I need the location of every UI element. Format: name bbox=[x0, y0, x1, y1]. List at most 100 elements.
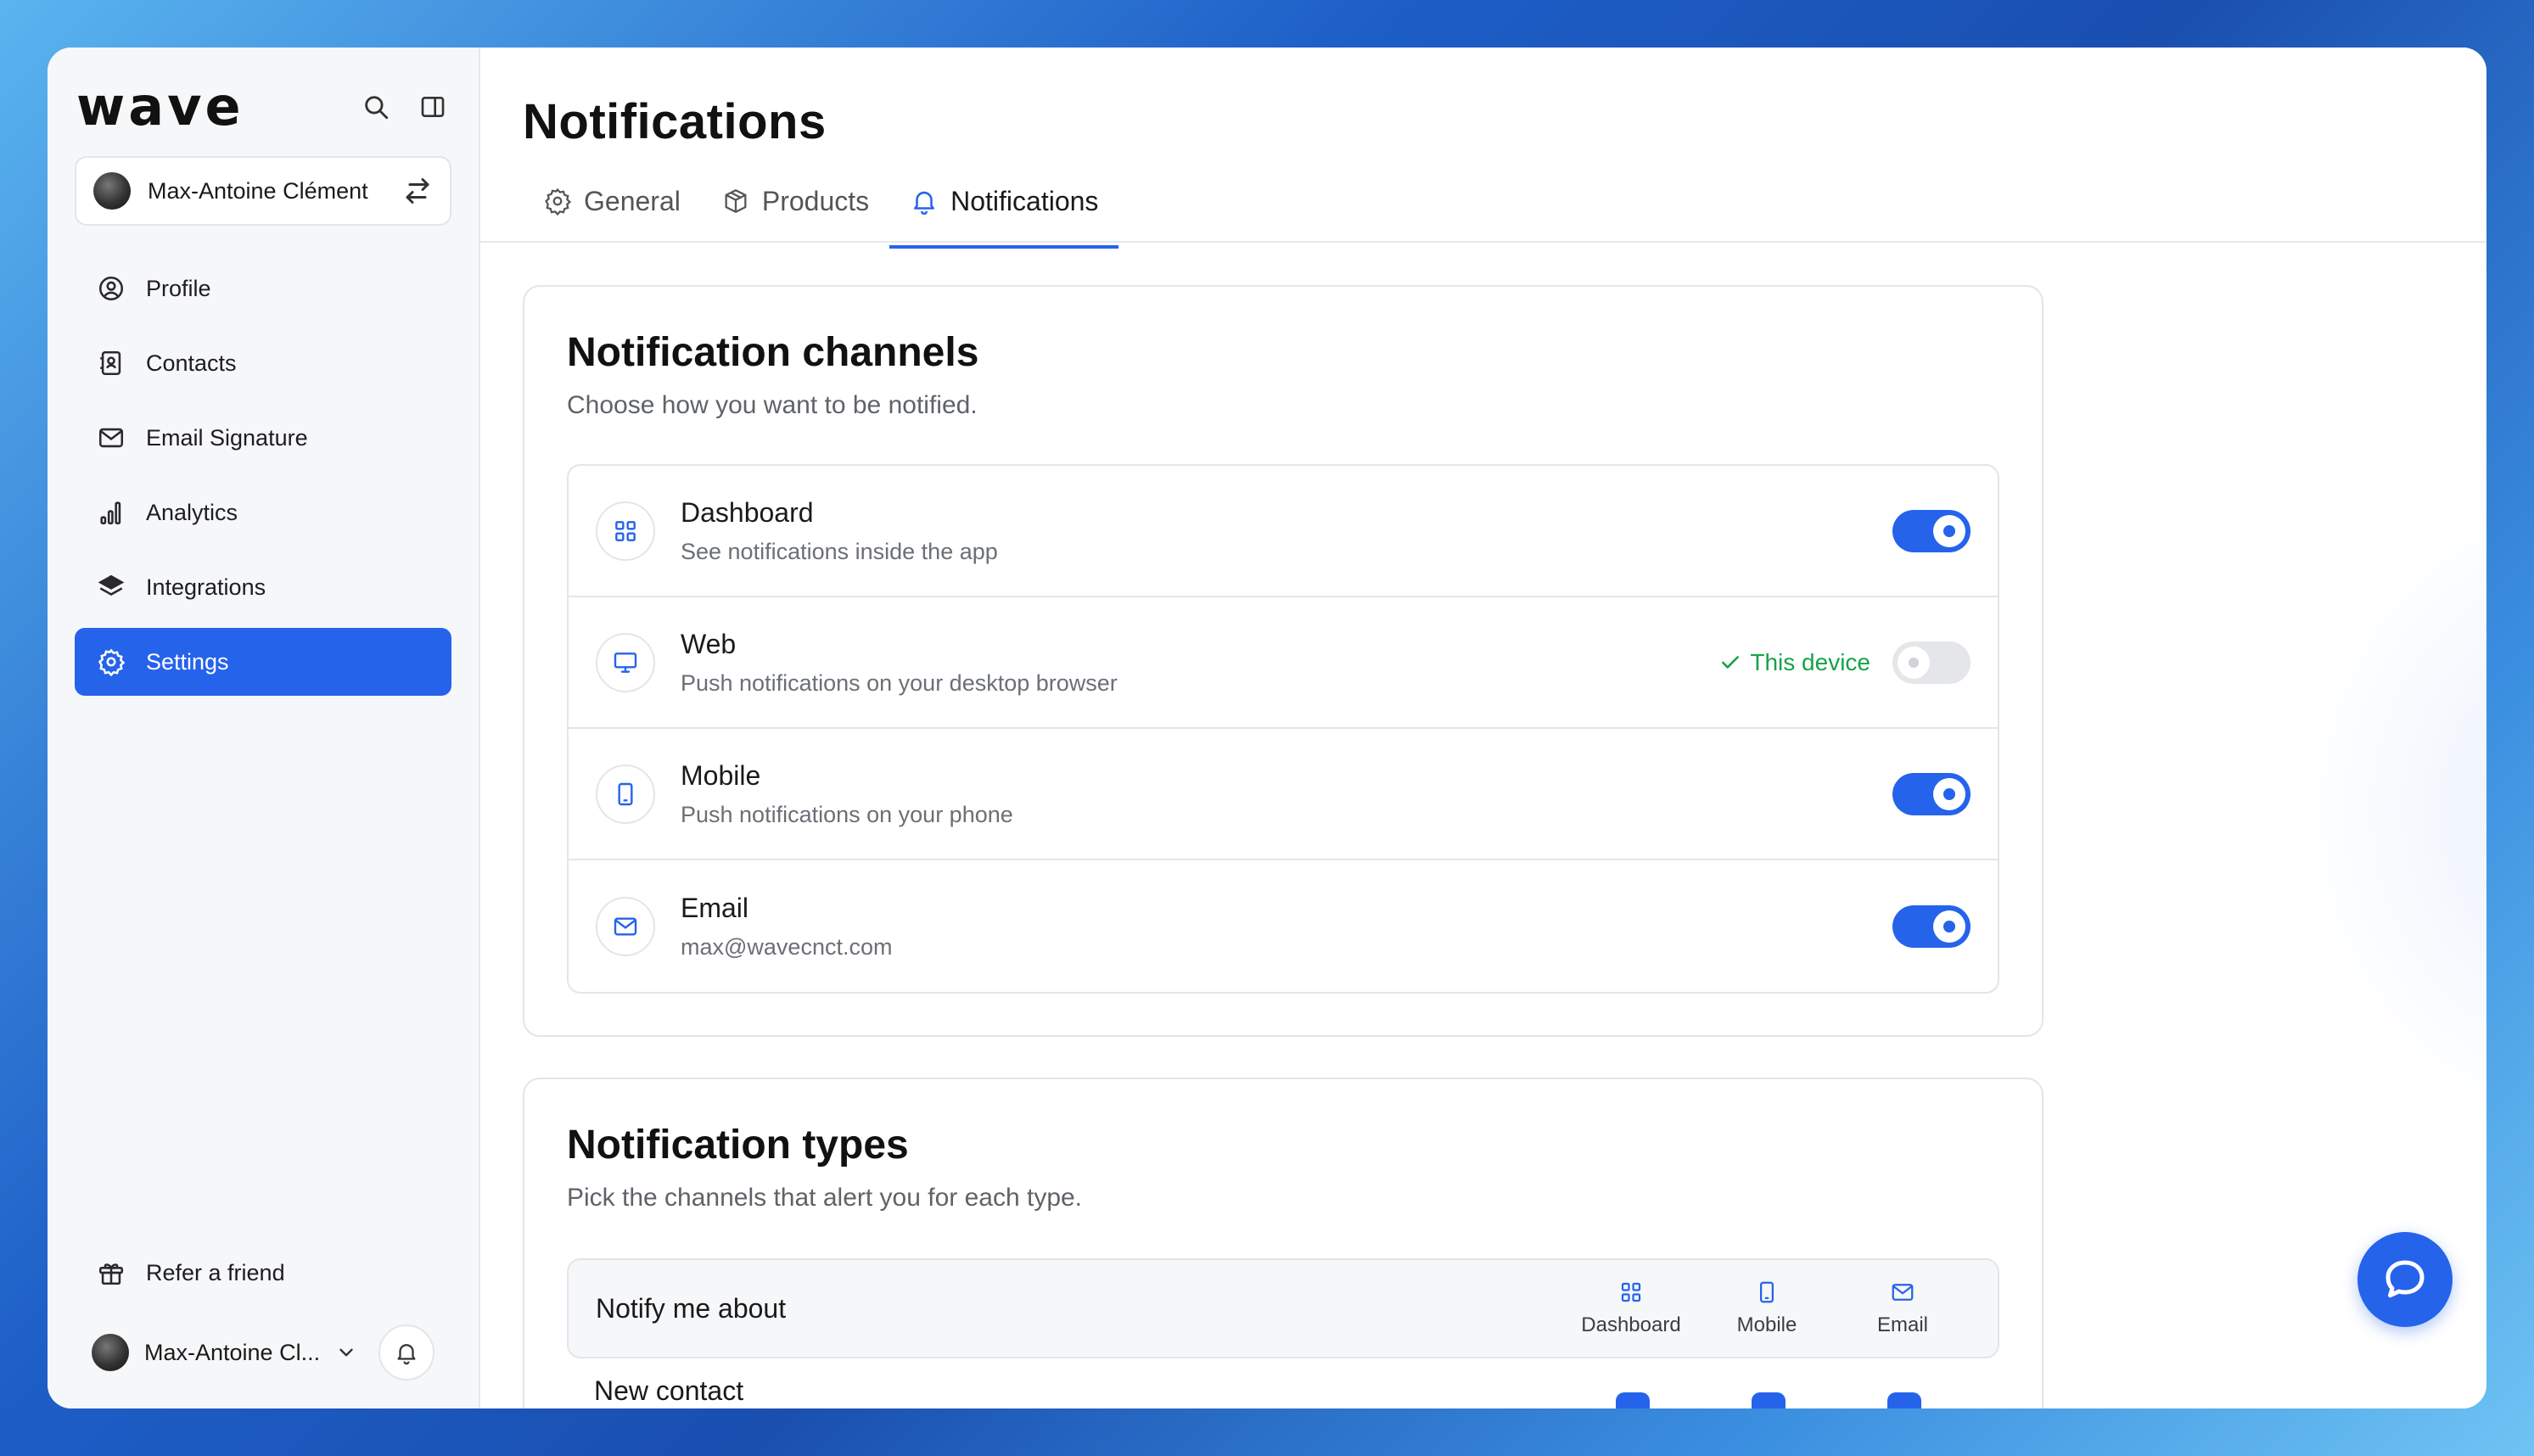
phone-icon bbox=[596, 764, 655, 824]
channel-web: Web Push notifications on your desktop b… bbox=[569, 597, 1998, 729]
mail-icon bbox=[596, 896, 655, 956]
mobile-checkbox[interactable] bbox=[1701, 1375, 1836, 1408]
web-toggle[interactable] bbox=[1892, 641, 1971, 684]
badge-label: This device bbox=[1750, 648, 1870, 675]
app-window: wave Max-Antoine Clément Profile Contact… bbox=[48, 48, 2486, 1408]
tab-products[interactable]: Products bbox=[701, 174, 889, 228]
bar-chart-icon bbox=[97, 498, 126, 527]
dashboard-toggle[interactable] bbox=[1892, 509, 1971, 552]
notify-me-about-label: Notify me about bbox=[596, 1292, 787, 1324]
sidebar-item-label: Settings bbox=[146, 648, 229, 675]
channel-text: Email max@wavecnct.com bbox=[681, 893, 1892, 960]
sidebar-item-label: Email Signature bbox=[146, 424, 308, 451]
layers-icon bbox=[97, 573, 126, 602]
tab-label: Products bbox=[761, 185, 870, 216]
chevron-down-icon[interactable] bbox=[335, 1341, 357, 1364]
brand-row: wave bbox=[75, 48, 451, 166]
chat-bubble-icon bbox=[2380, 1254, 2430, 1305]
refer-a-friend-link[interactable]: Refer a friend bbox=[75, 1239, 451, 1307]
mail-icon bbox=[97, 423, 126, 452]
column-mobile: Mobile bbox=[1699, 1280, 1835, 1337]
tab-notifications[interactable]: Notifications bbox=[889, 174, 1119, 249]
tab-label: General bbox=[584, 185, 681, 216]
refer-label: Refer a friend bbox=[146, 1259, 285, 1285]
sidebar-item-label: Profile bbox=[146, 275, 211, 301]
channel-text: Web Push notifications on your desktop b… bbox=[681, 629, 1719, 697]
avatar bbox=[92, 1334, 129, 1371]
sidebar-footer: Refer a friend Max-Antoine Cl... bbox=[75, 1239, 451, 1388]
sidebar-toggle-icon[interactable] bbox=[419, 93, 446, 120]
chat-button[interactable] bbox=[2357, 1232, 2453, 1327]
column-label: Mobile bbox=[1736, 1313, 1797, 1336]
channel-email: Email max@wavecnct.com bbox=[569, 860, 1998, 992]
dashboard-grid-icon bbox=[1618, 1280, 1644, 1305]
channel-title: Dashboard bbox=[681, 496, 814, 528]
app-logo: wave bbox=[76, 76, 244, 137]
sidebar-item-label: Integrations bbox=[146, 574, 266, 600]
notification-channels-card: Notification channels Choose how you wan… bbox=[523, 285, 2043, 1037]
dashboard-checkbox[interactable] bbox=[1565, 1375, 1701, 1408]
gift-icon bbox=[97, 1258, 126, 1287]
monitor-icon bbox=[596, 632, 655, 692]
switch-arrows-icon[interactable] bbox=[402, 176, 433, 206]
sidebar: wave Max-Antoine Clément Profile Contact… bbox=[48, 48, 480, 1408]
section-title: Notification types bbox=[567, 1123, 909, 1168]
column-email: Email bbox=[1835, 1280, 1971, 1337]
account-switcher[interactable]: Max-Antoine Clément bbox=[75, 156, 451, 226]
email-toggle[interactable] bbox=[1892, 904, 1971, 948]
channel-description: Push notifications on your desktop brows… bbox=[681, 669, 1118, 696]
sidebar-item-settings[interactable]: Settings bbox=[75, 628, 451, 696]
tab-label: Notifications bbox=[950, 185, 1099, 216]
channel-title: Mobile bbox=[681, 759, 761, 791]
box-icon bbox=[721, 187, 750, 216]
settings-tabs: General Products Notifications bbox=[523, 174, 2486, 249]
bell-icon bbox=[910, 187, 939, 216]
gear-icon bbox=[97, 647, 126, 676]
sidebar-nav: Profile Contacts Email Signature Analyti… bbox=[75, 255, 451, 696]
sidebar-item-label: Contacts bbox=[146, 350, 237, 376]
this-device-badge: This device bbox=[1719, 649, 1870, 676]
sidebar-item-analytics[interactable]: Analytics bbox=[75, 479, 451, 546]
notifications-button[interactable] bbox=[378, 1324, 434, 1380]
user-name: Max-Antoine Cl... bbox=[144, 1339, 321, 1365]
column-dashboard: Dashboard bbox=[1563, 1280, 1699, 1337]
channel-title: Web bbox=[681, 628, 737, 659]
type-label: New contact bbox=[594, 1375, 744, 1406]
channel-text: Dashboard See notifications inside the a… bbox=[681, 497, 1892, 565]
sidebar-item-integrations[interactable]: Integrations bbox=[75, 553, 451, 621]
account-name: Max-Antoine Clément bbox=[148, 177, 368, 204]
search-icon[interactable] bbox=[362, 92, 390, 121]
table-row: New contact bbox=[567, 1358, 1999, 1408]
brand-icons bbox=[362, 92, 451, 121]
page-title: Notifications bbox=[523, 94, 827, 149]
sidebar-item-profile[interactable]: Profile bbox=[75, 255, 451, 322]
notification-types-card: Notification types Pick the channels tha… bbox=[523, 1078, 2043, 1408]
channel-description: Push notifications on your phone bbox=[681, 801, 1013, 827]
channel-description: See notifications inside the app bbox=[681, 538, 998, 564]
gear-icon bbox=[543, 187, 572, 216]
channel-title: Email bbox=[681, 892, 749, 923]
mobile-toggle[interactable] bbox=[1892, 772, 1971, 815]
page-header: Notifications General Products Notificat… bbox=[480, 48, 2486, 249]
tab-general[interactable]: General bbox=[523, 174, 701, 228]
dashboard-grid-icon bbox=[596, 501, 655, 561]
section-subtitle: Choose how you want to be notified. bbox=[567, 391, 978, 419]
main-content: Notifications General Products Notificat… bbox=[480, 48, 2486, 1408]
phone-icon bbox=[1754, 1280, 1780, 1305]
types-table-header: Notify me about Dashboard Mobile Email bbox=[567, 1258, 1999, 1358]
channel-text: Mobile Push notifications on your phone bbox=[681, 760, 1892, 828]
sidebar-item-contacts[interactable]: Contacts bbox=[75, 329, 451, 397]
bell-icon bbox=[394, 1340, 419, 1365]
sidebar-item-email-signature[interactable]: Email Signature bbox=[75, 404, 451, 472]
channel-mobile: Mobile Push notifications on your phone bbox=[569, 729, 1998, 860]
contacts-book-icon bbox=[97, 349, 126, 378]
email-checkbox[interactable] bbox=[1836, 1375, 1972, 1408]
column-label: Dashboard bbox=[1581, 1313, 1681, 1336]
user-menu[interactable]: Max-Antoine Cl... bbox=[75, 1317, 451, 1388]
channel-dashboard: Dashboard See notifications inside the a… bbox=[569, 466, 1998, 597]
sidebar-item-label: Analytics bbox=[146, 499, 238, 525]
channels-list: Dashboard See notifications inside the a… bbox=[567, 464, 1999, 994]
column-label: Email bbox=[1876, 1313, 1928, 1336]
channel-description: max@wavecnct.com bbox=[681, 933, 893, 960]
section-subtitle: Pick the channels that alert you for eac… bbox=[567, 1184, 1083, 1212]
